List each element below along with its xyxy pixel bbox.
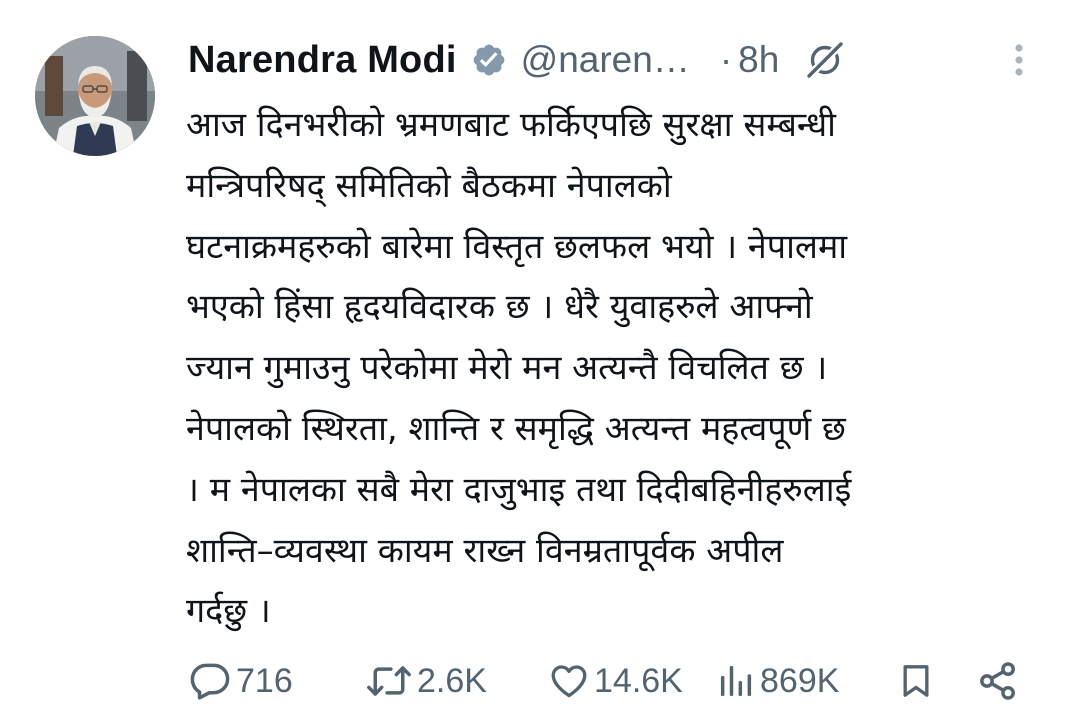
- tweet-text-line: गर्दछु ।: [186, 591, 271, 632]
- avatar-image: [35, 36, 155, 156]
- bookmark-icon: [903, 665, 929, 697]
- tweet-text-line: आज दिनभरीको भ्रमणबाट फर्किएपछि सुरक्षा स…: [186, 105, 836, 145]
- tweet-text-line: मन्त्रिपरिषद् समितिको बैठकमा नेपालको: [186, 165, 672, 206]
- like-button[interactable]: 14.6K: [548, 655, 683, 707]
- like-count: 14.6K: [594, 661, 683, 700]
- tweet-header: Narendra Modi @naren… · 8h: [188, 30, 1038, 90]
- grok-icon[interactable]: [803, 38, 847, 82]
- reply-count: 716: [236, 661, 293, 700]
- views-button[interactable]: 869K: [716, 655, 839, 707]
- verified-badge-icon[interactable]: [471, 42, 507, 78]
- tweet-text-line: भएको हिंसा हृदयविदारक छ । धेरै युवाहरुले…: [186, 287, 813, 328]
- repost-icon: [367, 666, 411, 696]
- tweet-text-line: ज्यान गुमाउनु परेकोमा मेरो मन अत्यन्तै व…: [186, 348, 828, 389]
- avatar[interactable]: [35, 36, 155, 156]
- reply-icon: [190, 663, 230, 700]
- share-button[interactable]: [976, 655, 1020, 707]
- timestamp[interactable]: 8h: [738, 39, 779, 81]
- separator-dot: ·: [719, 39, 733, 80]
- share-icon: [980, 662, 1015, 700]
- repost-button[interactable]: 2.6K: [365, 655, 487, 707]
- tweet-text-line: घटनाक्रमहरुको बारेमा विस्तृत छलफल भयो । …: [186, 226, 848, 267]
- heart-icon: [551, 665, 587, 698]
- tweet-text-line: नेपालको स्थिरता, शान्ति र समृद्धि अत्यन्…: [186, 408, 846, 449]
- tweet-text-line: शान्ति–व्यवस्था कायम राख्न विनम्रतापूर्व…: [186, 530, 784, 571]
- user-handle[interactable]: @naren…: [521, 39, 690, 81]
- repost-count: 2.6K: [417, 661, 487, 700]
- bookmark-button[interactable]: [896, 655, 936, 707]
- tweet-text: आज दिनभरीको भ्रमणबाट फर्किएपछि सुरक्षा स…: [186, 95, 1056, 642]
- display-name[interactable]: Narendra Modi: [188, 39, 457, 82]
- reply-button[interactable]: 716: [188, 655, 293, 707]
- tweet-text-line: । म नेपालका सबै मेरा दाजुभाइ तथा दिदीबहि…: [186, 469, 852, 510]
- more-vertical-icon[interactable]: [1007, 40, 1031, 84]
- views-icon: [720, 665, 752, 697]
- view-count: 869K: [760, 661, 840, 700]
- tweet-action-bar: 716 2.6K 14.6K 869K: [0, 655, 1079, 707]
